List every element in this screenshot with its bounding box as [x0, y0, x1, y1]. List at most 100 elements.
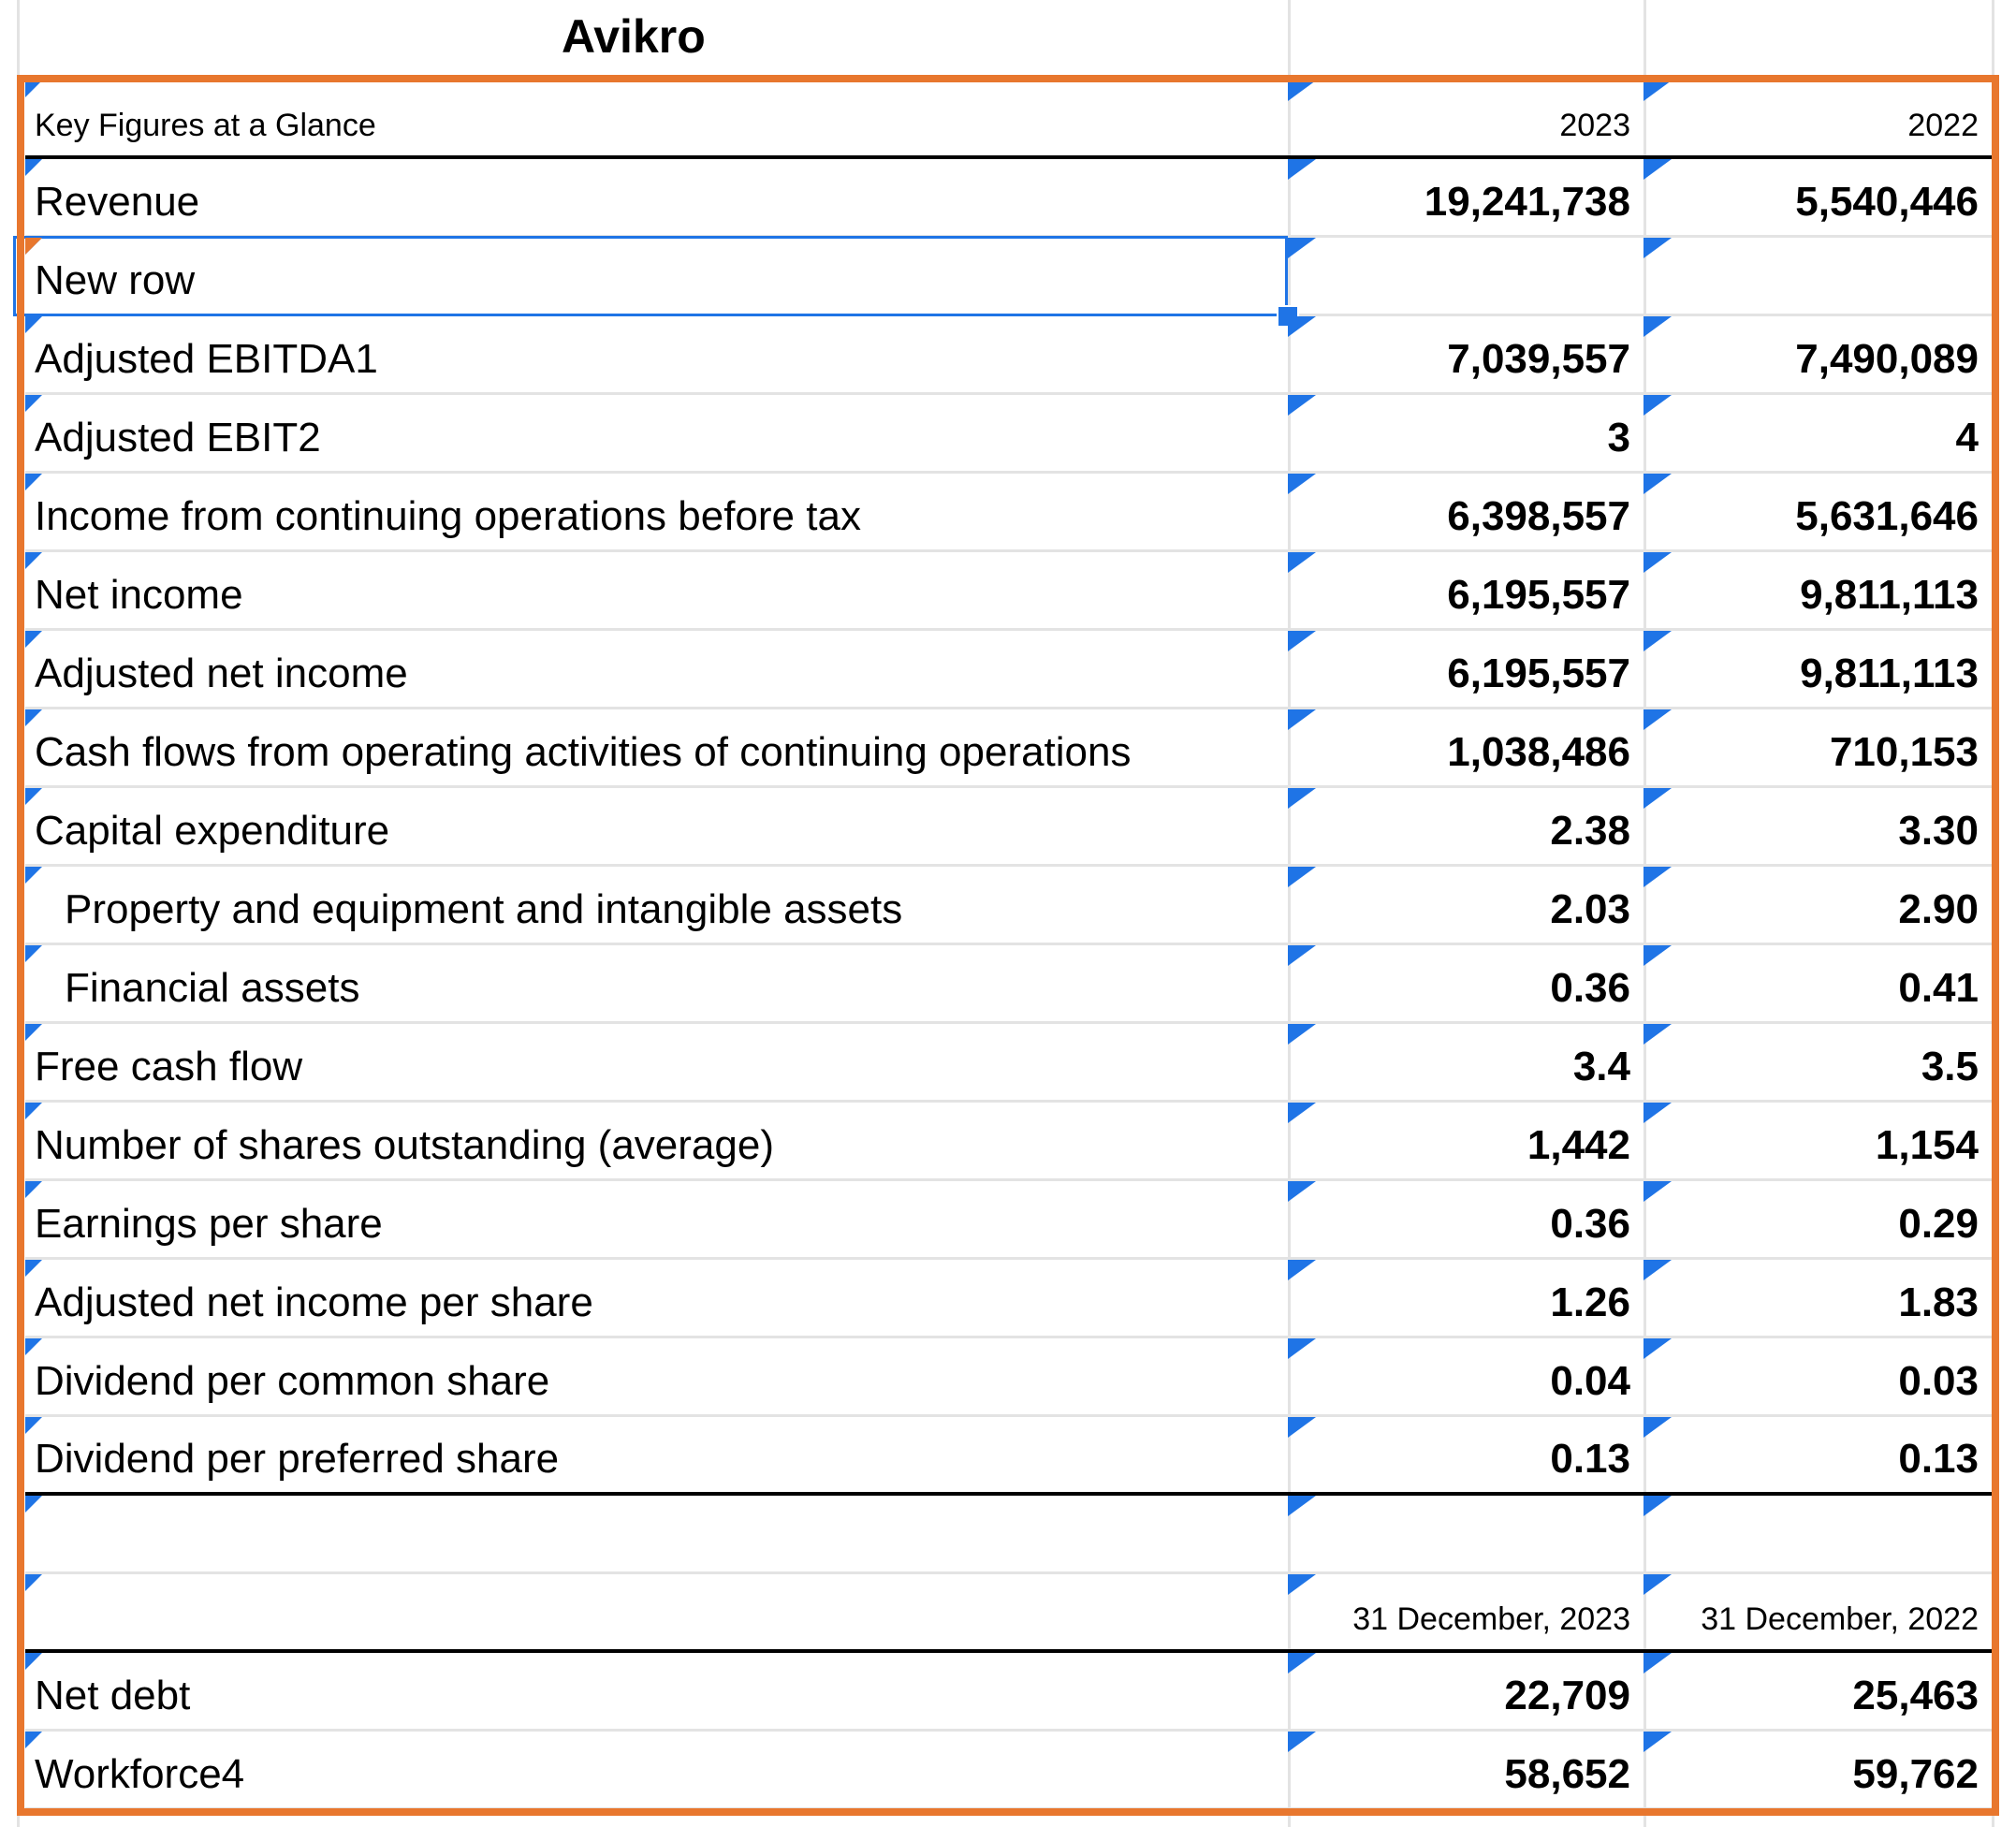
row-label-cell[interactable]: Net income — [25, 552, 1288, 631]
cell-value: 1.83 — [1898, 1279, 1979, 1325]
cell-value: 0.04 — [1550, 1358, 1630, 1404]
row-label-cell[interactable]: Dividend per preferred share — [25, 1417, 1288, 1496]
value-cell-2022[interactable]: 2.90 — [1643, 867, 1992, 945]
value-cell-2022[interactable] — [1643, 1496, 1992, 1574]
value-cell-2023[interactable]: 0.13 — [1288, 1417, 1643, 1496]
row-label-cell[interactable]: Revenue — [25, 159, 1288, 238]
value-cell-2023[interactable]: 3.4 — [1288, 1024, 1643, 1103]
cell-value: 6,195,557 — [1447, 572, 1630, 618]
value-cell-2023[interactable]: 6,195,557 — [1288, 631, 1643, 709]
value-cell-2023[interactable]: 1.26 — [1288, 1260, 1643, 1338]
cell-value: 1.26 — [1550, 1279, 1630, 1325]
row-label-cell[interactable]: Property and equipment and intangible as… — [25, 867, 1288, 945]
value-cell-2023[interactable]: 1,442 — [1288, 1103, 1643, 1181]
row-label-cell[interactable]: Earnings per share — [25, 1181, 1288, 1260]
row-label: Net debt — [35, 1673, 191, 1718]
value-cell-2022[interactable]: 1.83 — [1643, 1260, 1992, 1338]
row-label-cell[interactable]: Capital expenditure — [25, 788, 1288, 867]
value-cell-2023[interactable]: 0.36 — [1288, 945, 1643, 1024]
row-label-cell[interactable]: Financial assets — [25, 945, 1288, 1024]
value-cell-2023[interactable]: 3 — [1288, 395, 1643, 474]
value-cell-2022[interactable]: 5,631,646 — [1643, 474, 1992, 552]
cell-value: 0.13 — [1550, 1436, 1630, 1482]
value-cell-2022[interactable]: 5,540,446 — [1643, 159, 1992, 238]
row-label-cell[interactable]: Net debt — [25, 1653, 1288, 1732]
header-year-2022[interactable]: 2022 — [1643, 80, 1992, 159]
value-cell-2023[interactable] — [1288, 238, 1643, 316]
value-cell-2023[interactable] — [1288, 1496, 1643, 1574]
value-cell-2022[interactable]: 1,154 — [1643, 1103, 1992, 1181]
value-cell-2022[interactable]: 7,490,089 — [1643, 316, 1992, 395]
cell-value: 6,398,557 — [1447, 493, 1630, 539]
value-cell-2022[interactable] — [1643, 238, 1992, 316]
row-label-cell[interactable]: Adjusted EBIT2 — [25, 395, 1288, 474]
value-cell-2022[interactable]: 9,811,113 — [1643, 552, 1992, 631]
value-cell-2022[interactable]: 31 December, 2022 — [1643, 1574, 1992, 1653]
value-cell-2023[interactable]: 58,652 — [1288, 1732, 1643, 1810]
value-cell-2023[interactable]: 7,039,557 — [1288, 316, 1643, 395]
value-cell-2023[interactable]: 0.36 — [1288, 1181, 1643, 1260]
selected-cell-outline[interactable] — [13, 236, 1288, 316]
header-label-cell[interactable]: Key Figures at a Glance — [25, 80, 1288, 159]
row-label-cell[interactable]: Adjusted EBITDA1 — [25, 316, 1288, 395]
value-cell-2023[interactable]: 6,398,557 — [1288, 474, 1643, 552]
cell-value: 3.4 — [1572, 1044, 1630, 1089]
value-cell-2022[interactable]: 9,811,113 — [1643, 631, 1992, 709]
comment-marker-icon — [25, 552, 42, 569]
value-cell-2022[interactable]: 4 — [1643, 395, 1992, 474]
comment-marker-icon — [1288, 1260, 1316, 1280]
row-label-cell[interactable] — [25, 1574, 1288, 1653]
cell-value: 0.36 — [1550, 965, 1630, 1011]
row-label: Cash flows from operating activities of … — [35, 729, 1132, 775]
value-cell-2023[interactable]: 22,709 — [1288, 1653, 1643, 1732]
comment-marker-icon — [25, 159, 42, 176]
cell-value: 9,811,113 — [1800, 650, 1979, 696]
value-cell-2023[interactable]: 0.04 — [1288, 1338, 1643, 1417]
row-label: Adjusted EBIT2 — [35, 415, 321, 460]
value-cell-2022[interactable]: 0.13 — [1643, 1417, 1992, 1496]
comment-marker-icon — [1288, 788, 1316, 809]
comment-marker-icon — [1288, 1496, 1316, 1516]
value-cell-2022[interactable]: 3.30 — [1643, 788, 1992, 867]
comment-marker-icon — [1288, 1574, 1316, 1595]
comment-marker-icon — [1288, 316, 1316, 337]
value-cell-2022[interactable]: 59,762 — [1643, 1732, 1992, 1810]
row-label: Adjusted EBITDA1 — [35, 336, 378, 382]
value-cell-2022[interactable]: 0.41 — [1643, 945, 1992, 1024]
value-cell-2022[interactable]: 0.29 — [1643, 1181, 1992, 1260]
cell-value: 6,195,557 — [1447, 650, 1630, 696]
row-label-cell[interactable]: Cash flows from operating activities of … — [25, 709, 1288, 788]
comment-marker-icon — [25, 1024, 42, 1041]
row-label-cell[interactable]: Adjusted net income per share — [25, 1260, 1288, 1338]
comment-marker-icon — [25, 631, 42, 648]
row-label-cell[interactable]: Number of shares outstanding (average) — [25, 1103, 1288, 1181]
value-cell-2022[interactable]: 3.5 — [1643, 1024, 1992, 1103]
row-label: Revenue — [35, 179, 200, 225]
row-label-cell[interactable]: Workforce4 — [25, 1732, 1288, 1810]
row-label-cell[interactable]: Free cash flow — [25, 1024, 1288, 1103]
value-cell-2023[interactable]: 2.03 — [1288, 867, 1643, 945]
row-label-cell[interactable]: Income from continuing operations before… — [25, 474, 1288, 552]
cell-value: 1,038,486 — [1447, 729, 1630, 775]
cell-value: 22,709 — [1504, 1673, 1630, 1718]
row-label-cell[interactable]: Dividend per common share — [25, 1338, 1288, 1417]
spreadsheet-grid[interactable]: Avikro Key Figures at a Glance 2023 2022 Rev… — [0, 0, 2016, 1827]
row-label: Financial assets — [65, 965, 360, 1011]
comment-marker-icon — [1643, 709, 1672, 730]
cell-value: 5,631,646 — [1795, 493, 1979, 539]
comment-marker-icon — [1288, 159, 1316, 180]
value-cell-2023[interactable]: 19,241,738 — [1288, 159, 1643, 238]
value-cell-2023[interactable]: 1,038,486 — [1288, 709, 1643, 788]
row-label-cell[interactable] — [25, 1496, 1288, 1574]
value-cell-2023[interactable]: 2.38 — [1288, 788, 1643, 867]
cell-value: 0.41 — [1898, 965, 1979, 1011]
header-year-2023[interactable]: 2023 — [1288, 80, 1643, 159]
value-cell-2022[interactable]: 25,463 — [1643, 1653, 1992, 1732]
row-label-cell[interactable]: Adjusted net income — [25, 631, 1288, 709]
cell-value: 2.03 — [1550, 886, 1630, 932]
comment-marker-icon — [1288, 1338, 1316, 1359]
value-cell-2023[interactable]: 31 December, 2023 — [1288, 1574, 1643, 1653]
value-cell-2022[interactable]: 0.03 — [1643, 1338, 1992, 1417]
value-cell-2022[interactable]: 710,153 — [1643, 709, 1992, 788]
value-cell-2023[interactable]: 6,195,557 — [1288, 552, 1643, 631]
